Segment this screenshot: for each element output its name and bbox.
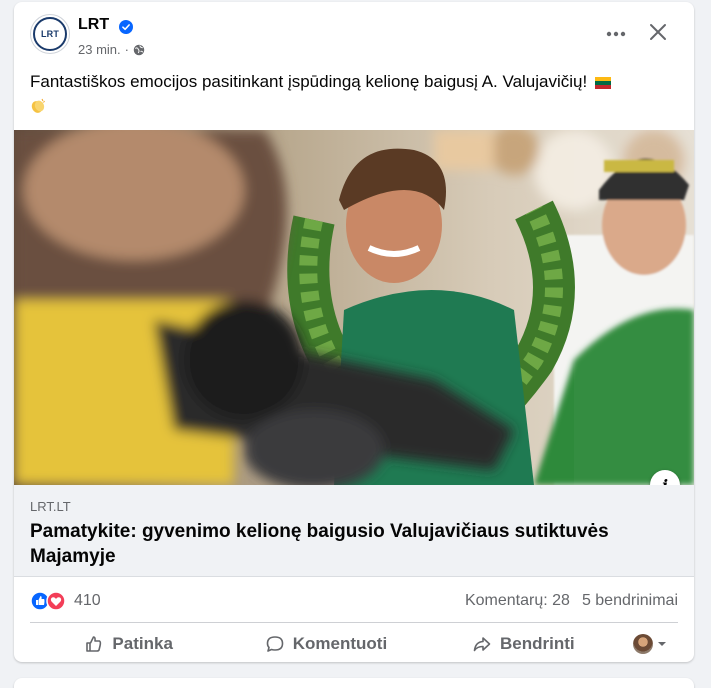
avatar-logo: LRT <box>33 17 67 51</box>
action-divider <box>30 622 678 623</box>
action-bar: Patinka Komentuoti Bendrinti <box>30 626 678 662</box>
reaction-count[interactable]: 410 <box>74 592 101 610</box>
like-button[interactable]: Patinka <box>30 626 227 662</box>
more-options-icon[interactable] <box>604 22 628 46</box>
link-title[interactable]: Pamatykite: gyvenimo kelionę baigusio Va… <box>30 519 670 569</box>
post-time[interactable]: 23 min. <box>78 42 121 57</box>
reaction-icons[interactable] <box>30 591 70 611</box>
comment-count[interactable]: Komentarų: 28 <box>465 592 570 610</box>
globe-icon <box>133 44 145 55</box>
photo-illustration <box>14 130 694 485</box>
post-message: Fantastiškos emocijos pasitinkant įspūdi… <box>30 70 678 118</box>
next-post-card <box>14 678 694 688</box>
post-message-text: Fantastiškos emocijos pasitinkant įspūdi… <box>30 72 588 91</box>
lithuanian-flag-icon <box>594 77 611 89</box>
share-count[interactable]: 5 bendrinimai <box>582 592 678 610</box>
link-preview[interactable]: LRT.LT Pamatykite: gyvenimo kelionę baig… <box>14 485 694 577</box>
engagement-stats: Komentarų: 28 5 bendrinimai <box>465 592 678 610</box>
clapping-hands-icon <box>31 98 45 113</box>
user-avatar <box>632 634 653 654</box>
chevron-down-icon <box>657 642 666 646</box>
profile-switcher[interactable] <box>622 626 678 662</box>
share-label: Bendrinti <box>500 634 575 653</box>
comment-label: Komentuoti <box>292 634 388 653</box>
close-icon[interactable] <box>646 20 670 44</box>
share-button[interactable]: Bendrinti <box>425 626 622 662</box>
speech-bubble-icon <box>266 636 284 652</box>
thumbs-up-icon <box>86 636 102 652</box>
post-header: LRT LRT 23 min. · <box>30 14 678 58</box>
meta-separator: · <box>124 42 129 57</box>
like-label: Patinka <box>112 634 173 653</box>
share-arrow-icon <box>473 637 491 652</box>
reactions-row: 410 Komentarų: 28 5 bendrinimai <box>30 589 678 613</box>
comment-button[interactable]: Komentuoti <box>227 626 424 662</box>
page-avatar[interactable]: LRT <box>30 14 70 54</box>
post-meta: 23 min. · <box>78 42 145 57</box>
verified-badge-icon <box>119 20 133 34</box>
post-photo[interactable] <box>14 130 694 485</box>
link-domain: LRT.LT <box>30 499 71 514</box>
post-card: LRT LRT 23 min. · Fantastiškos emocijos … <box>14 2 694 662</box>
love-reaction-icon <box>46 591 66 611</box>
page-name[interactable]: LRT <box>78 16 109 34</box>
